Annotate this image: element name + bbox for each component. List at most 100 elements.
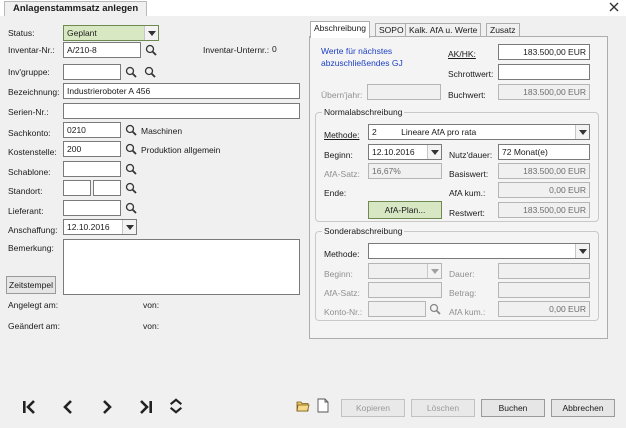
bezeichnung-label: Bezeichnung: (8, 87, 60, 97)
kostenstelle-desc: Produktion allgemein (141, 145, 221, 155)
nutzdauer-field[interactable]: 72 Monat(e) (498, 144, 590, 160)
akhk-field[interactable]: 183.500,00 EUR (498, 44, 590, 60)
afa-satz-label: AfA-Satz: (324, 169, 360, 179)
sonder-afa-satz-label: AfA-Satz: (324, 288, 360, 298)
sonder-betrag-label: Betrag: (449, 288, 477, 298)
sonder-beginn-date-field[interactable] (368, 263, 442, 279)
goto-record-icon[interactable] (168, 398, 184, 414)
standort-field-1[interactable] (63, 180, 91, 196)
restwert-label: Restwert: (449, 208, 485, 218)
search-icon[interactable] (145, 44, 157, 56)
new-document-icon[interactable] (317, 398, 329, 413)
search-icon[interactable] (125, 202, 137, 214)
uebernjahr-field[interactable] (367, 84, 441, 100)
chevron-down-icon[interactable] (575, 125, 589, 139)
last-record-icon[interactable] (138, 399, 154, 415)
seriennr-field[interactable] (63, 103, 300, 119)
inventar-unternr-value: 0 (272, 44, 277, 54)
basiswert-field[interactable]: 183.500,00 EUR (498, 163, 590, 179)
abschreibung-panel: Werte für nächstes abzuschließendes GJ A… (309, 36, 608, 339)
normalabschreibung-title: Normalabschreibung (322, 106, 405, 118)
buchwert-label: Buchwert: (448, 90, 486, 100)
schrottwert-field[interactable] (498, 64, 590, 80)
window: Anlagenstammsatz anlegen Status: Geplant… (0, 0, 626, 428)
chevron-down-icon[interactable] (144, 26, 158, 40)
previous-record-icon[interactable] (60, 399, 76, 415)
chevron-down-icon[interactable] (427, 264, 441, 278)
invgruppe-label: Inv'gruppe: (8, 67, 50, 77)
sonder-afa-kum-field[interactable]: 0,00 EUR (498, 301, 590, 317)
kopieren-button[interactable]: Kopieren (341, 399, 405, 417)
status-select[interactable]: Geplant (63, 25, 159, 41)
sonder-betrag-field[interactable] (498, 282, 590, 298)
restwert-field[interactable]: 183.500,00 EUR (498, 202, 590, 218)
anschaffung-label: Anschaffung: (8, 225, 58, 235)
loeschen-button[interactable]: Löschen (411, 399, 475, 417)
geaendert-label: Geändert am: (8, 321, 60, 331)
sonderabschreibung-title: Sonderabschreibung (322, 225, 405, 237)
beginn-value: 12.10.2016 (372, 147, 415, 157)
lieferant-field[interactable] (63, 200, 121, 216)
sachkonto-label: Sachkonto: (8, 128, 51, 138)
chevron-down-icon[interactable] (122, 220, 136, 234)
abbrechen-button[interactable]: Abbrechen (551, 399, 615, 417)
tab-abschreibung[interactable]: Abschreibung (310, 21, 370, 38)
sonder-beginn-label: Beginn: (324, 269, 353, 279)
status-label: Status: (8, 28, 35, 38)
invgruppe-field[interactable] (63, 64, 121, 80)
title-bar: Anlagenstammsatz anlegen (0, 0, 626, 16)
standort-field-2[interactable] (93, 180, 121, 196)
werte-hint-line1: Werte für nächstes (321, 46, 393, 56)
bemerkung-textarea[interactable] (63, 239, 300, 295)
werte-hint-line2: abzuschließendes GJ (321, 58, 403, 68)
sonder-konto-field[interactable] (368, 301, 426, 317)
chevron-down-icon[interactable] (427, 145, 441, 159)
close-icon[interactable] (608, 1, 620, 13)
sonder-methode-select[interactable] (368, 243, 590, 259)
search-icon[interactable] (125, 124, 137, 136)
inventar-nr-field[interactable]: A/210-8 (63, 42, 141, 58)
zeitstempel-button[interactable]: Zeitstempel (6, 276, 56, 294)
sonder-dauer-label: Dauer: (449, 269, 475, 279)
next-record-icon[interactable] (99, 399, 115, 415)
angelegt-label: Angelegt am: (8, 300, 59, 310)
folder-icon[interactable] (296, 400, 310, 412)
afa-kum-field[interactable]: 0,00 EUR (498, 182, 590, 198)
schablone-field[interactable] (63, 161, 121, 177)
afa-satz-field[interactable]: 16,67% (368, 163, 442, 179)
buchen-button[interactable]: Buchen (481, 399, 545, 417)
sonder-afa-kum-label: AfA kum.: (449, 307, 486, 317)
search-icon[interactable] (144, 66, 156, 78)
anschaffung-value: 12.10.2016 (67, 222, 110, 232)
kostenstelle-field[interactable]: 200 (63, 141, 121, 157)
methode-code: 2 (372, 127, 377, 137)
nutzdauer-label: Nutz'dauer: (449, 150, 493, 160)
akhk-label: AK/HK: (448, 49, 476, 59)
buchwert-field[interactable]: 183.500,00 EUR (498, 84, 590, 100)
sonder-afa-satz-field[interactable] (368, 282, 442, 298)
window-title: Anlagenstammsatz anlegen (4, 1, 148, 16)
methode-select[interactable]: 2 Lineare AfA pro rata (368, 124, 590, 140)
afa-plan-button[interactable]: AfA-Plan... (368, 201, 442, 219)
bezeichnung-field[interactable]: Industrieroboter A 456 (63, 83, 300, 99)
methode-value: Lineare AfA pro rata (401, 127, 477, 137)
search-icon[interactable] (429, 303, 441, 315)
search-icon[interactable] (125, 66, 137, 78)
chevron-down-icon[interactable] (575, 244, 589, 258)
standort-label: Standort: (8, 186, 43, 196)
geaendert-von-label: von: (143, 321, 160, 331)
sachkonto-field[interactable]: 0210 (63, 122, 121, 138)
sonder-dauer-field[interactable] (498, 263, 590, 279)
search-icon[interactable] (125, 182, 137, 194)
inventar-nr-label: Inventar-Nr.: (8, 45, 55, 55)
sachkonto-desc: Maschinen (141, 126, 183, 136)
search-icon[interactable] (125, 163, 137, 175)
ende-label: Ende: (324, 188, 347, 198)
schablone-label: Schablone: (8, 167, 51, 177)
search-icon[interactable] (125, 143, 137, 155)
beginn-date-field[interactable]: 12.10.2016 (368, 144, 442, 160)
beginn-label: Beginn: (324, 150, 353, 160)
anschaffung-date-field[interactable]: 12.10.2016 (63, 219, 137, 235)
first-record-icon[interactable] (21, 399, 37, 415)
sonder-konto-label: Konto-Nr.: (324, 307, 363, 317)
